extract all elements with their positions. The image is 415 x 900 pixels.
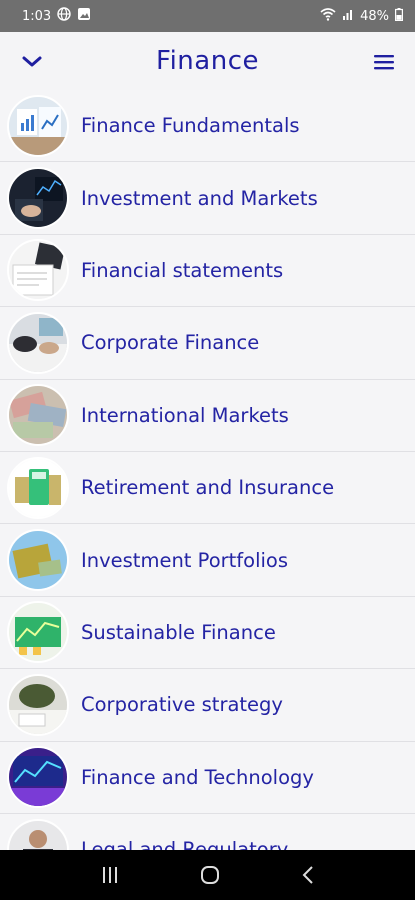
portfolio-folder-image xyxy=(7,529,69,592)
calculator-cash-image xyxy=(7,456,69,519)
list-item-corporate-finance[interactable]: Corporate Finance xyxy=(0,307,415,380)
item-label: Legal and Regulatory xyxy=(81,838,289,850)
list-item-sustainable-finance[interactable]: Sustainable Finance xyxy=(0,596,415,670)
trading-screens-image xyxy=(7,167,69,230)
chevron-down-icon[interactable] xyxy=(20,50,44,74)
item-label: International Markets xyxy=(81,403,289,427)
item-label: Investment Portfolios xyxy=(81,548,289,572)
globe-icon xyxy=(57,7,71,25)
tech-screen-image xyxy=(7,746,69,809)
gallery-icon xyxy=(77,7,91,25)
hamburger-menu-icon[interactable] xyxy=(373,51,395,73)
calculator-paperwork-image xyxy=(7,239,69,302)
item-label: Investment and Markets xyxy=(81,186,318,210)
list-item-investment-and-markets[interactable]: Investment and Markets xyxy=(0,162,415,235)
back-icon[interactable] xyxy=(301,865,315,885)
app-header: Finance xyxy=(0,32,415,91)
item-label: Corporate Finance xyxy=(81,331,260,355)
battery-icon xyxy=(395,7,404,25)
status-bar: 1:03 48% xyxy=(0,0,415,32)
list-item-finance-fundamentals[interactable]: Finance Fundamentals xyxy=(0,90,415,163)
list-item-retirement-and-insurance[interactable]: Retirement and Insurance xyxy=(0,451,415,525)
list-item-financial-statements[interactable]: Financial statements xyxy=(0,234,415,308)
list-item-investment-portfolios[interactable]: Investment Portfolios xyxy=(0,524,415,597)
recents-icon[interactable] xyxy=(100,866,120,884)
office-desk-image xyxy=(7,673,69,736)
home-icon[interactable] xyxy=(200,865,220,885)
system-nav-bar xyxy=(0,850,415,900)
battery-level: 48% xyxy=(360,8,389,24)
list-item-finance-and-technology[interactable]: Finance and Technology xyxy=(0,741,415,814)
banknotes-image xyxy=(7,384,69,447)
wifi-icon xyxy=(320,7,336,25)
green-chart-image xyxy=(7,601,69,664)
status-time: 1:03 xyxy=(22,8,52,24)
item-label: Financial statements xyxy=(81,258,284,282)
item-label: Finance Fundamentals xyxy=(81,114,300,138)
charts-documents-image xyxy=(7,94,69,157)
business-meeting-image xyxy=(7,311,69,374)
business-person-image xyxy=(7,818,69,850)
topic-list: Finance Fundamentals Investment and Mark… xyxy=(0,90,415,850)
list-item-legal-and-regulatory[interactable]: Legal and Regulatory xyxy=(0,813,415,850)
item-label: Finance and Technology xyxy=(81,765,314,789)
list-item-corporative-strategy[interactable]: Corporative strategy xyxy=(0,669,415,742)
item-label: Sustainable Finance xyxy=(81,620,276,644)
item-label: Retirement and Insurance xyxy=(81,476,335,500)
page-title: Finance xyxy=(156,46,259,76)
signal-icon xyxy=(342,8,354,24)
list-item-international-markets[interactable]: International Markets xyxy=(0,379,415,452)
item-label: Corporative strategy xyxy=(81,693,283,717)
